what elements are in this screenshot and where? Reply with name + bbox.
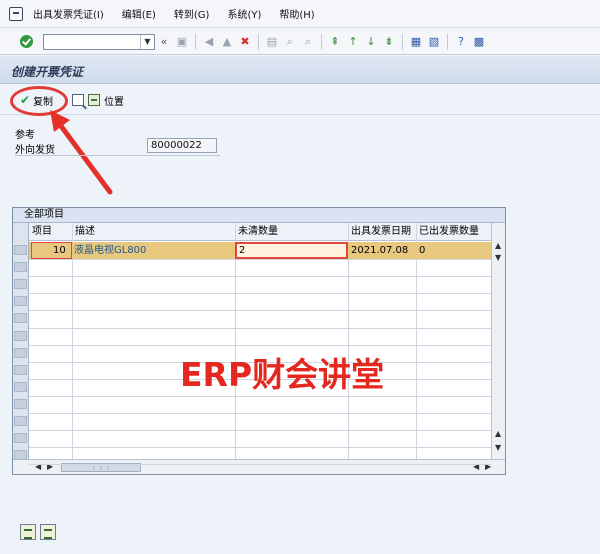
find-icon[interactable]: ⌕ [281, 33, 299, 51]
open-quantity-value: 2 [239, 245, 246, 256]
cancel-icon[interactable]: ✖ [236, 33, 254, 51]
toolbar-separator [258, 33, 259, 50]
column-header-open-quantity[interactable]: 未清数量 [236, 224, 278, 240]
new-session-icon[interactable]: ▦ [407, 33, 425, 51]
row-selector[interactable] [14, 313, 27, 324]
table-title: 全部项目 [13, 208, 505, 223]
row-selector[interactable] [14, 450, 27, 461]
system-menu-icon[interactable] [9, 6, 23, 21]
toolbar-separator [321, 33, 322, 50]
open-quantity-input[interactable] [235, 242, 348, 259]
standard-toolbar: ▼ « ▣ ◀ ▲ ✖ ▤ ⌕ ⌕ ⇞ ↑ ↓ ⇟ ▦ ▧ ? ▩ [0, 29, 600, 55]
row-selector[interactable] [14, 347, 27, 358]
screen-title-bar: 创建开票凭证 [0, 56, 600, 84]
select-all-icon[interactable] [20, 524, 36, 540]
grid-row-line [29, 413, 491, 414]
scroll-up-icon[interactable]: ▲ [495, 429, 501, 438]
grid-row-line [29, 344, 491, 346]
save-icon[interactable]: ▣ [173, 33, 191, 51]
watermark-text: ERP财会讲堂 [180, 355, 385, 394]
column-header-item[interactable]: 项目 [30, 224, 52, 240]
menu-edit[interactable]: 编辑(E) [122, 6, 156, 21]
outbound-delivery-label: 外向发货 [15, 145, 55, 156]
next-page-icon[interactable]: ↓ [362, 33, 380, 51]
grid-row-line [29, 447, 491, 449]
row-selector[interactable] [14, 330, 27, 341]
scroll-down-icon[interactable]: ▼ [495, 443, 501, 452]
layout-menu-icon[interactable]: ▩ [470, 33, 488, 51]
row-selector[interactable] [14, 262, 27, 273]
toolbar-separator [402, 33, 403, 50]
toolbar-separator [447, 33, 448, 50]
row-selector[interactable] [14, 416, 27, 426]
row-selector[interactable] [14, 296, 27, 307]
items-table: 全部项目 项目 描述 未清数量 出具发票日期 已出发票数量 10 液晶电视GL8… [12, 207, 506, 475]
print-icon[interactable]: ▤ [263, 33, 281, 51]
find-next-icon[interactable]: ⌕ [299, 33, 317, 51]
shortcut-icon[interactable]: ▧ [425, 33, 443, 51]
grid-row-line [29, 293, 491, 295]
menu-help[interactable]: 帮助(H) [279, 6, 314, 21]
grid-row-line [29, 395, 491, 397]
checkmark-icon: ✔ [20, 93, 31, 107]
horizontal-scrollbar[interactable]: ◀ ▶ ⋮⋮⋮ ◀ ▶ [13, 459, 505, 474]
menu-bar: 出具发票凭证(I) 编辑(E) 转到(G) 系统(Y) 帮助(H) [0, 0, 600, 28]
grid-row-line [29, 327, 491, 329]
menu-goto[interactable]: 转到(G) [174, 6, 210, 21]
row-selector[interactable] [14, 398, 27, 409]
command-field[interactable]: ▼ [43, 33, 155, 50]
help-icon[interactable]: ? [452, 33, 470, 51]
bottom-toolbar [20, 524, 56, 540]
grid-row-line [29, 259, 491, 261]
back-icon[interactable]: ◀ [200, 33, 218, 51]
grid-row-line [29, 276, 491, 278]
reference-section-label: 参考 [15, 130, 35, 141]
row-selector[interactable] [14, 381, 27, 392]
previous-page-icon[interactable]: ↑ [344, 33, 362, 51]
grid-row-line [29, 430, 491, 432]
row-selector[interactable] [14, 364, 27, 375]
grid-row-line [29, 310, 491, 312]
table-header: 项目 描述 未清数量 出具发票日期 已出发票数量 [13, 223, 505, 241]
chevron-down-icon[interactable]: ▼ [140, 34, 154, 49]
description-value: 液晶电视GL800 [74, 245, 147, 256]
outbound-delivery-field[interactable]: 80000022 [147, 138, 217, 153]
menu-billing-document[interactable]: 出具发票凭证(I) [33, 6, 104, 21]
item-cell[interactable] [31, 242, 72, 259]
first-page-icon[interactable]: ⇞ [326, 33, 344, 51]
menu-system[interactable]: 系统(Y) [227, 6, 261, 21]
deselect-all-icon[interactable] [40, 524, 56, 540]
column-header-billed-quantity[interactable]: 已出发票数量 [417, 224, 479, 240]
exit-icon[interactable]: ▲ [218, 33, 236, 51]
column-header-billing-date[interactable]: 出具发票日期 [349, 224, 411, 240]
vertical-scrollbar[interactable]: ▲ ▼ ▲ ▼ [491, 223, 505, 459]
page-title: 创建开票凭证 [11, 65, 84, 79]
enter-icon[interactable] [20, 35, 33, 48]
grid-row-line [29, 464, 491, 466]
column-header-description[interactable]: 描述 [73, 224, 95, 240]
billed-quantity-value: 0 [419, 245, 426, 256]
scroll-up-icon[interactable]: ▲ [495, 241, 501, 250]
billing-date-value: 2021.07.08 [351, 245, 409, 256]
row-selector[interactable] [14, 279, 27, 290]
last-page-icon[interactable]: ⇟ [380, 33, 398, 51]
row-selector[interactable] [14, 245, 27, 255]
item-value: 10 [53, 245, 66, 256]
toolbar-separator [195, 33, 196, 50]
nav-back-glyph[interactable]: « [155, 33, 173, 51]
row-selector[interactable] [14, 433, 27, 444]
scroll-down-icon[interactable]: ▼ [495, 253, 501, 262]
